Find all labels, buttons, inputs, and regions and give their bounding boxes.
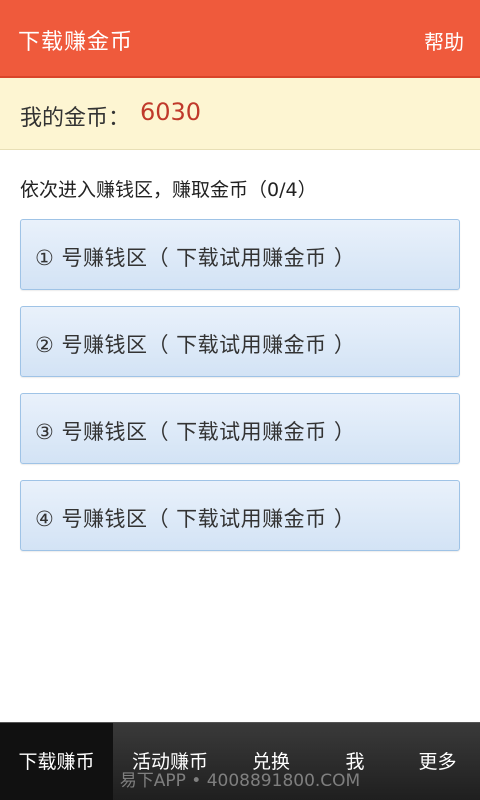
earning-zone-label: ② 号赚钱区（ 下载试用赚金币 ） [35,333,356,357]
earning-zone-label: ④ 号赚钱区（ 下载试用赚金币 ） [35,507,356,531]
coins-bar: 我的金币： 6030 [0,78,480,150]
bottom-tab-bar: 下载赚币 活动赚币 兑换 我 更多 [0,722,480,800]
earning-zone-1-button[interactable]: ① 号赚钱区（ 下载试用赚金币 ） [20,219,460,290]
tab-exchange[interactable]: 兑换 [227,723,315,800]
coins-value: 6030 [140,98,202,126]
coins-label: 我的金币： [20,106,131,131]
tab-me[interactable]: 我 [315,723,395,800]
page-title: 下载赚金币 [18,30,134,55]
instruction-text: 依次进入赚钱区，赚取金币（0/4） [20,179,317,201]
help-button[interactable]: 帮助 [424,26,464,55]
tab-download-earn[interactable]: 下载赚币 [0,723,113,800]
earning-zone-list: ① 号赚钱区（ 下载试用赚金币 ） ② 号赚钱区（ 下载试用赚金币 ） ③ 号赚… [20,219,460,567]
top-header: 下载赚金币 帮助 [0,0,480,78]
earning-zone-3-button[interactable]: ③ 号赚钱区（ 下载试用赚金币 ） [20,393,460,464]
tab-more[interactable]: 更多 [395,723,480,800]
earning-zone-label: ① 号赚钱区（ 下载试用赚金币 ） [35,246,356,270]
app-screen: 下载赚金币 帮助 我的金币： 6030 依次进入赚钱区，赚取金币（0/4） ① … [0,0,480,800]
tab-activity-earn[interactable]: 活动赚币 [113,723,227,800]
earning-zone-2-button[interactable]: ② 号赚钱区（ 下载试用赚金币 ） [20,306,460,377]
earning-zone-4-button[interactable]: ④ 号赚钱区（ 下载试用赚金币 ） [20,480,460,551]
earning-zone-label: ③ 号赚钱区（ 下载试用赚金币 ） [35,420,356,444]
